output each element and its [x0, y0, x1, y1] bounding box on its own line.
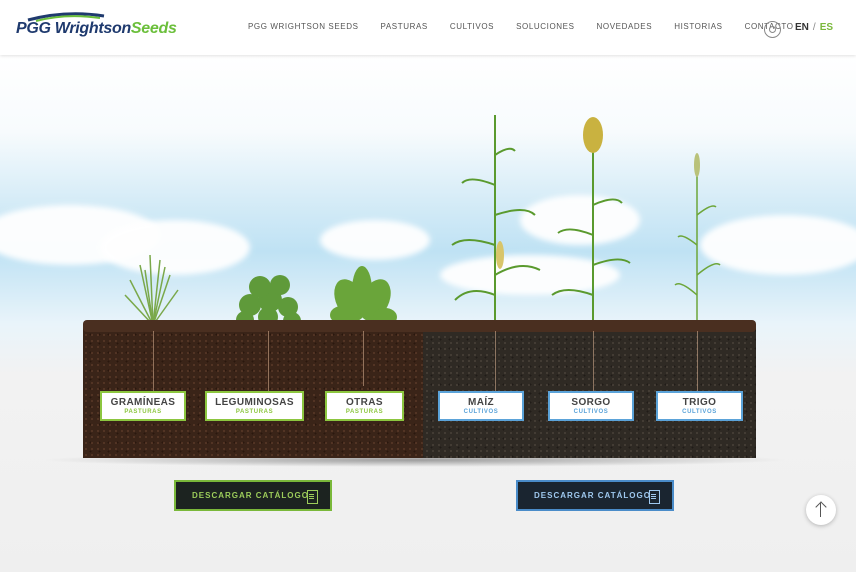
label-otras[interactable]: OTRAS PASTURAS [325, 391, 404, 421]
brand-name: PGG Wrightson [16, 20, 131, 37]
root [363, 331, 364, 386]
sorghum-plant [551, 145, 631, 330]
label-category: CULTIVOS [682, 409, 717, 415]
lang-separator: / [812, 22, 816, 33]
wheat-plant [674, 170, 721, 330]
soil-surface [83, 320, 756, 332]
label-name: GRAMÍNEAS [110, 397, 176, 408]
language-switcher: EN / ES [795, 22, 833, 33]
root [153, 331, 154, 391]
label-category: PASTURAS [124, 409, 162, 415]
label-gramineas[interactable]: GRAMÍNEAS PASTURAS [100, 391, 186, 421]
label-name: SORGO [571, 397, 611, 408]
nav-item-historias[interactable]: HISTORIAS [674, 22, 722, 31]
nav-item-cultivos[interactable]: CULTIVOS [450, 22, 494, 31]
maize-plant [451, 115, 541, 330]
wheat-head [694, 153, 700, 177]
brand-logo[interactable]: PGG WrightsonSeeds [16, 12, 177, 42]
label-name: OTRAS [346, 397, 383, 408]
label-category: CULTIVOS [463, 409, 499, 415]
label-name: MAÍZ [467, 397, 495, 408]
maize-cob [496, 241, 504, 269]
scroll-to-top-button[interactable] [806, 495, 836, 525]
label-name: TRIGO [682, 397, 717, 408]
brand-seeds: Seeds [130, 20, 177, 37]
label-sorgo[interactable]: SORGO CULTIVOS [548, 391, 634, 421]
brand-wordmark: PGG WrightsonSeeds [16, 20, 177, 38]
grass-plant [124, 254, 179, 326]
label-leguminosas[interactable]: LEGUMINOSAS PASTURAS [205, 391, 304, 421]
root [697, 331, 698, 391]
label-category: PASTURAS [345, 409, 384, 415]
search-icon[interactable] [764, 21, 781, 38]
nav-item-pasturas[interactable]: PASTURAS [381, 22, 428, 31]
main-nav: PGG WRIGHTSON SEEDS PASTURAS CULTIVOS SO… [248, 22, 816, 31]
download-catalog-pasturas-button[interactable]: DESCARGAR CATÁLOGO [174, 480, 332, 511]
label-maiz[interactable]: MAÍZ CULTIVOS [438, 391, 524, 421]
button-label: DESCARGAR CATÁLOGO [534, 491, 651, 500]
label-name: LEGUMINOSAS [215, 397, 294, 408]
other-plant [330, 266, 397, 326]
nav-item-soluciones[interactable]: SOLUCIONES [516, 22, 574, 31]
label-trigo[interactable]: TRIGO CULTIVOS [656, 391, 743, 421]
label-category: CULTIVOS [573, 409, 609, 415]
button-label: DESCARGAR CATÁLOGO [192, 491, 309, 500]
site-header: PGG WrightsonSeeds PGG WRIGHTSON SEEDS P… [0, 0, 856, 55]
nav-item-pgg[interactable]: PGG WRIGHTSON SEEDS [248, 22, 359, 31]
document-icon [649, 490, 660, 504]
nav-item-novedades[interactable]: NOVEDADES [597, 22, 653, 31]
sorghum-head [583, 117, 603, 153]
lang-en[interactable]: EN [795, 22, 809, 33]
document-icon [307, 490, 318, 504]
download-catalog-cultivos-button[interactable]: DESCARGAR CATÁLOGO [516, 480, 674, 511]
root [593, 331, 594, 396]
lang-es[interactable]: ES [820, 22, 833, 33]
label-category: PASTURAS [235, 409, 274, 415]
hero-section: GRAMÍNEAS PASTURAS LEGUMINOSAS PASTURAS … [0, 55, 856, 572]
